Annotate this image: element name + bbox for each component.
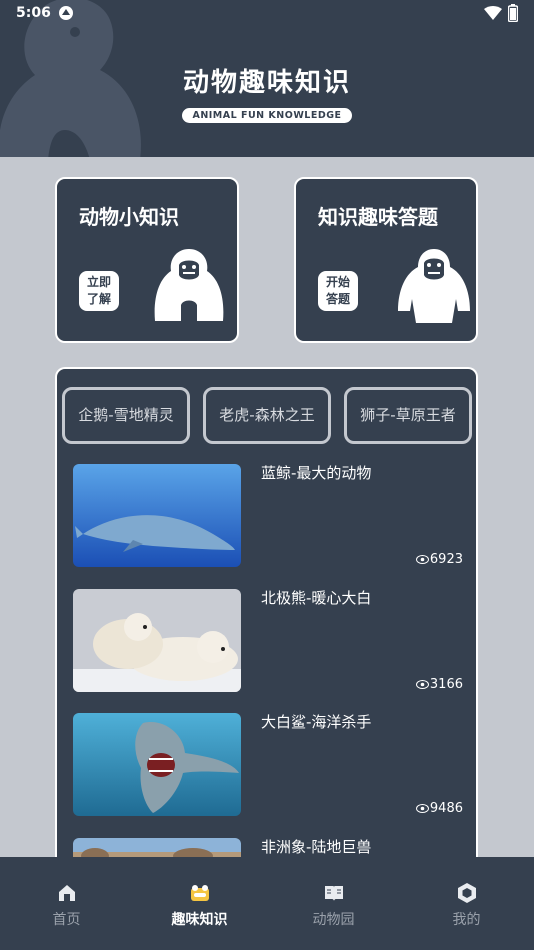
wifi-icon: [484, 6, 502, 20]
learn-now-button[interactable]: 立即 了解: [79, 271, 119, 311]
nav-fun-knowledge[interactable]: 趣味知识: [133, 857, 266, 950]
gorilla-icon: [398, 249, 470, 323]
blue-whale-image: [73, 464, 241, 567]
item-title: 蓝鲸-最大的动物: [261, 464, 372, 482]
chip-tiger[interactable]: 老虎-森林之王: [203, 387, 331, 444]
eye-icon: [415, 555, 429, 564]
feature-title: 知识趣味答题: [318, 205, 438, 229]
nav-home[interactable]: 首页: [0, 857, 133, 950]
animal-list-panel[interactable]: 企鹅-雪地精灵 老虎-森林之王 狮子-草原王者 蓝鲸-最大的动物 6923 北极…: [55, 367, 478, 887]
home-icon: [59, 885, 75, 901]
item-title: 非洲象-陆地巨兽: [261, 838, 372, 856]
chip-penguin[interactable]: 企鹅-雪地精灵: [62, 387, 190, 444]
page-title: 动物趣味知识: [182, 68, 351, 98]
item-title: 大白鲨-海洋杀手: [261, 713, 372, 731]
status-bar: 5:06: [0, 0, 534, 28]
nav-profile[interactable]: 我的: [400, 857, 533, 950]
chip-lion[interactable]: 狮子-草原王者: [344, 387, 472, 444]
gorilla-icon: [154, 249, 224, 321]
nav-zoo[interactable]: 动物园: [267, 857, 400, 950]
view-count: 3166: [415, 677, 463, 692]
list-item[interactable]: 蓝鲸-最大的动物 6923: [73, 464, 463, 572]
feature-card-animal-facts[interactable]: 动物小知识 立即 了解: [55, 177, 239, 343]
header: 5:06 动物趣味知识 ANIMAL FUN KNOWLEDGE: [0, 0, 534, 157]
page-subtitle: ANIMAL FUN KNOWLEDGE: [182, 108, 352, 123]
view-count: 9486: [415, 801, 463, 816]
bottom-nav: 首页 趣味知识 动物园 我的: [0, 857, 534, 950]
view-count: 6923: [415, 552, 463, 567]
feature-card-quiz[interactable]: 知识趣味答题 开始 答题: [294, 177, 478, 343]
item-title: 北极熊-暖心大白: [261, 589, 372, 607]
great-white-shark-image: [73, 713, 241, 816]
feature-title: 动物小知识: [79, 205, 179, 229]
notification-app-icon: [59, 6, 73, 20]
eye-icon: [415, 680, 429, 689]
book-icon: [325, 886, 343, 901]
polar-bear-image: [73, 589, 241, 692]
fun-knowledge-icon: [191, 885, 209, 901]
profile-hexagon-icon: [458, 883, 476, 903]
status-time: 5:06: [16, 5, 51, 21]
list-item[interactable]: 大白鲨-海洋杀手 9486: [73, 713, 463, 821]
eye-icon: [415, 804, 429, 813]
battery-icon: [508, 4, 518, 22]
list-item[interactable]: 北极熊-暖心大白 3166: [73, 589, 463, 697]
start-quiz-button[interactable]: 开始 答题: [318, 271, 358, 311]
